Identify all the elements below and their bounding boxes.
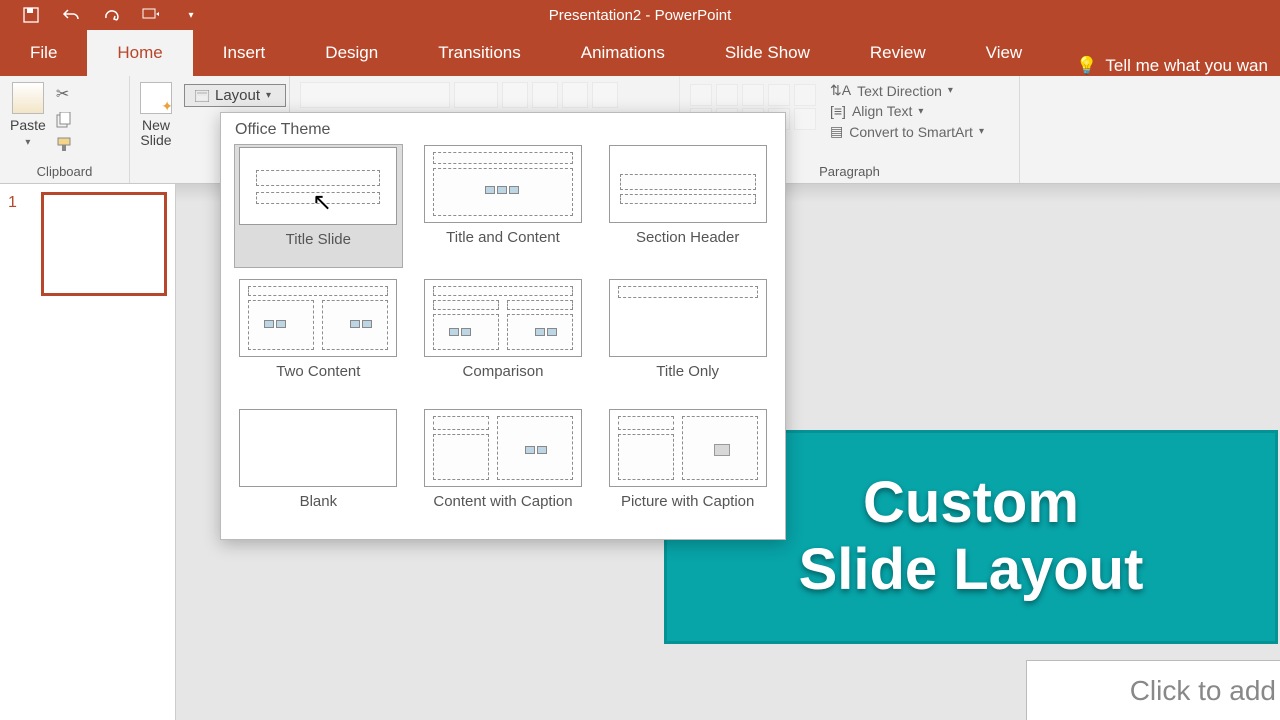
chevron-down-icon: ▾ <box>979 126 984 137</box>
layout-icon <box>195 90 209 102</box>
slide-thumbnail-1[interactable] <box>41 192 167 296</box>
banner-line1: Custom <box>863 470 1079 537</box>
layout-title-slide[interactable]: Title Slide <box>235 145 402 267</box>
chevron-down-icon: ▾ <box>948 85 953 96</box>
format-painter-icon[interactable] <box>56 136 72 152</box>
cut-icon[interactable]: ✂ <box>56 84 72 104</box>
tab-animations[interactable]: Animations <box>551 30 695 76</box>
layout-section-header[interactable]: Section Header <box>604 145 771 267</box>
tab-file[interactable]: File <box>0 30 87 76</box>
layout-picture-with-caption[interactable]: Picture with Caption <box>604 409 771 527</box>
quick-access-toolbar: ▾ <box>0 0 200 30</box>
group-clipboard: Paste ▾ ✂ Clipboard <box>0 76 130 183</box>
tab-design[interactable]: Design <box>295 30 408 76</box>
layout-button[interactable]: Layout ▾ <box>184 84 286 107</box>
tab-transitions[interactable]: Transitions <box>408 30 551 76</box>
layout-button-label: Layout <box>215 87 260 104</box>
new-slide-button[interactable]: ✦ New Slide <box>140 82 172 149</box>
paste-button[interactable]: Paste ▾ <box>10 82 46 148</box>
layout-title-only[interactable]: Title Only <box>604 279 771 397</box>
tab-slide-show[interactable]: Slide Show <box>695 30 840 76</box>
banner-line2: Slide Layout <box>799 537 1144 604</box>
chevron-down-icon: ▾ <box>918 106 923 117</box>
tab-insert[interactable]: Insert <box>193 30 296 76</box>
tell-me-label: Tell me what you wan <box>1105 56 1268 76</box>
qat-customize-icon[interactable]: ▾ <box>182 6 200 24</box>
undo-icon[interactable] <box>62 6 80 24</box>
layout-two-content[interactable]: Two Content <box>235 279 402 397</box>
tab-review[interactable]: Review <box>840 30 956 76</box>
chevron-down-icon: ▾ <box>25 137 30 148</box>
text-direction-icon: ⇅A <box>830 82 851 99</box>
smartart-icon: ▤ <box>830 123 843 140</box>
chevron-down-icon: ▾ <box>266 90 271 101</box>
start-from-beginning-icon[interactable] <box>142 6 160 24</box>
title-bar: ▾ Presentation2 - PowerPoint <box>0 0 1280 30</box>
group-drawing <box>1020 76 1280 183</box>
slide-thumbnails-panel[interactable]: 1 <box>0 184 176 720</box>
layout-blank[interactable]: Blank <box>235 409 402 527</box>
save-icon[interactable] <box>22 6 40 24</box>
text-direction-button[interactable]: ⇅AText Direction▾ <box>830 82 984 99</box>
align-text-button[interactable]: [≡]Align Text▾ <box>830 103 984 119</box>
ribbon-tabs: File Home Insert Design Transitions Anim… <box>0 30 1280 76</box>
convert-smartart-button[interactable]: ▤Convert to SmartArt▾ <box>830 123 984 140</box>
layout-comparison[interactable]: Comparison <box>420 279 587 397</box>
slide-number: 1 <box>8 194 17 296</box>
gallery-header: Office Theme <box>221 113 785 145</box>
slide-placeholder-text[interactable]: Click to add <box>1026 660 1280 720</box>
layout-title-and-content[interactable]: Title and Content <box>420 145 587 267</box>
tab-home[interactable]: Home <box>87 30 192 76</box>
tab-view[interactable]: View <box>956 30 1053 76</box>
lightbulb-icon: 💡 <box>1076 56 1097 76</box>
new-slide-icon: ✦ <box>140 82 172 114</box>
align-text-icon: [≡] <box>830 103 846 119</box>
tell-me-search[interactable]: 💡 Tell me what you wan <box>1052 56 1268 76</box>
copy-icon[interactable] <box>56 112 72 128</box>
clipboard-icon <box>12 82 44 114</box>
redo-icon[interactable] <box>102 6 120 24</box>
layout-gallery: Office Theme Title Slide Title and Conte… <box>220 112 786 540</box>
layout-content-with-caption[interactable]: Content with Caption <box>420 409 587 527</box>
group-label-clipboard: Clipboard <box>10 160 119 181</box>
